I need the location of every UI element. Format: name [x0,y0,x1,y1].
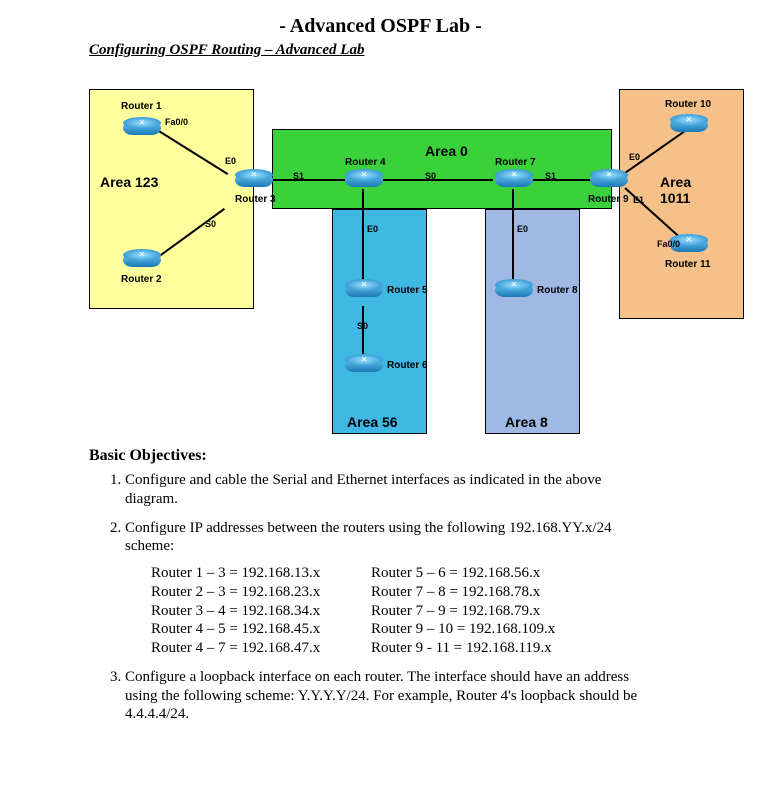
if-e0-r3a: E0 [225,156,236,166]
link-r7-r9 [530,179,590,181]
router-4-icon: ✕ [345,169,383,191]
link-r4-r5 [362,189,364,281]
ip-row: Router 4 – 5 = 192.168.45.x [151,620,371,639]
area-56-box [332,209,427,434]
if-e1-r9: E1 [633,195,644,205]
router-7-label: Router 7 [495,157,536,168]
objective-2-text: Configure IP addresses between the route… [125,520,612,555]
ip-row: Router 9 – 10 = 192.168.109.x [371,620,591,639]
router-8-icon: ✕ [495,279,533,301]
if-e0-r9: E0 [629,152,640,162]
area-8-box [485,209,580,434]
router-11-label: Router 11 [665,259,711,270]
if-s1-r7: S1 [545,171,556,181]
page-subtitle: Configuring OSPF Routing – Advanced Lab [89,42,716,59]
router-5-label: Router 5 [387,285,428,296]
ospf-diagram: ✕ ✕ ✕ ✕ ✕ ✕ ✕ ✕ ✕ ✕ ✕ Area 123 Area 0 Ar… [45,69,715,429]
link-r4-r7 [383,179,493,181]
if-e0-r7: E0 [517,224,528,234]
if-fa00-r1: Fa0/0 [165,117,188,127]
router-8-label: Router 8 [537,285,578,296]
objectives-list: Configure and cable the Serial and Ether… [125,471,656,724]
if-s0-r4: S0 [425,171,436,181]
router-9-icon: ✕ [590,169,628,191]
ip-row: Router 4 – 7 = 192.168.47.x [151,639,371,658]
if-fa00-r11: Fa0/0 [657,239,680,249]
router-6-icon: ✕ [345,354,383,376]
ip-row: Router 9 - 11 = 192.168.119.x [371,639,591,658]
ip-row: Router 2 – 3 = 192.168.23.x [151,583,371,602]
area-56-label: Area 56 [347,414,398,430]
router-2-icon: ✕ [123,249,161,271]
area-0-box [272,129,612,209]
link-r7-r8 [512,189,514,281]
area-0-label: Area 0 [425,143,468,159]
objective-3: Configure a loopback interface on each r… [125,668,656,724]
ip-row: Router 1 – 3 = 192.168.13.x [151,564,371,583]
router-10-icon: ✕ [670,114,708,136]
ip-scheme-table: Router 1 – 3 = 192.168.13.x Router 2 – 3… [151,564,656,658]
router-7-icon: ✕ [495,169,533,191]
ip-row: Router 7 – 9 = 192.168.79.x [371,602,591,621]
objectives-heading: Basic Objectives: [89,447,716,465]
router-10-label: Router 10 [665,99,711,110]
router-5-icon: ✕ [345,279,383,301]
router-3-icon: ✕ [235,169,273,191]
router-3-label: Router 3 [235,194,276,205]
link-r3-r4 [270,179,345,181]
area-1011-label: Area 1011 [660,174,715,206]
ip-row: Router 7 – 8 = 192.168.78.x [371,583,591,602]
router-6-label: Router 6 [387,360,428,371]
if-s1-r3: S1 [293,171,304,181]
router-1-icon: ✕ [123,117,161,139]
if-s0-r5: S0 [357,321,368,331]
if-e0-r4: E0 [367,224,378,234]
if-s0-r3: S0 [205,219,216,229]
router-4-label: Router 4 [345,157,386,168]
area-123-label: Area 123 [100,174,158,190]
router-9-label: Router 9 [588,194,629,205]
ip-row: Router 5 – 6 = 192.168.56.x [371,564,591,583]
router-2-label: Router 2 [121,274,162,285]
area-8-label: Area 8 [505,414,548,430]
objective-1: Configure and cable the Serial and Ether… [125,471,656,509]
page-title: - Advanced OSPF Lab - [45,15,716,38]
link-r5-r6 [362,306,364,356]
objective-2: Configure IP addresses between the route… [125,519,656,658]
ip-row: Router 3 – 4 = 192.168.34.x [151,602,371,621]
router-1-label: Router 1 [121,101,162,112]
